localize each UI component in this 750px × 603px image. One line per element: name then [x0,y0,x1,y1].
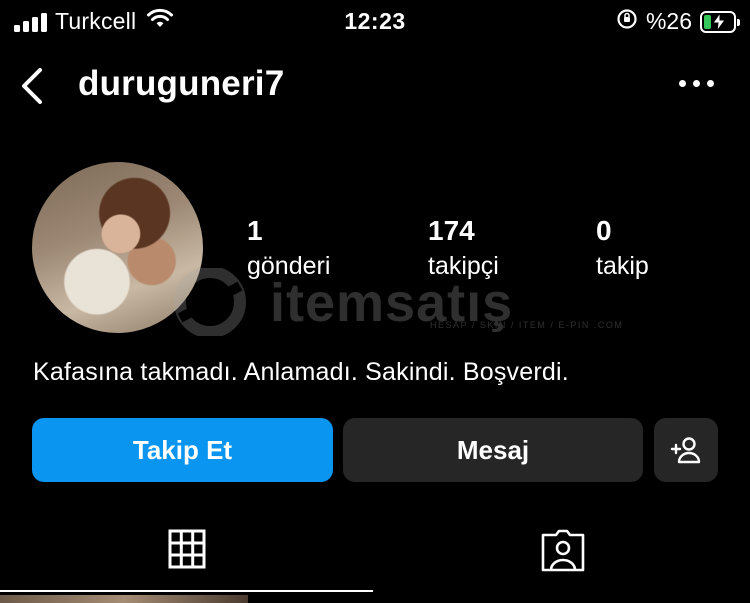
profile-bio: Kafasına takmadı. Anlamadı. Sakindi. Boş… [33,358,569,386]
orientation-lock-icon [616,8,638,35]
battery-percent: %26 [645,8,692,34]
watermark-subtext: HESAP / SKIN / ITEM / E-PIN .COM [430,320,624,330]
message-button-label: Mesaj [456,434,530,465]
profile-header: duruguneri7 [0,60,750,110]
add-person-icon [670,437,701,464]
username-title: duruguneri7 [78,64,285,103]
stat-posts-label: gönderi [247,252,331,280]
follow-button[interactable]: Takip Et [32,418,333,482]
tab-posts-grid[interactable] [168,529,206,574]
back-button[interactable] [18,66,48,106]
stat-posts-value: 1 [247,215,263,246]
status-bar-right: %26 [616,8,740,35]
stat-followers-value: 174 [428,215,475,246]
post-thumbnail[interactable] [0,595,248,603]
more-horizontal-icon [679,80,686,87]
active-tab-indicator [0,590,373,592]
stat-followers[interactable]: 174 takipçi [428,214,499,284]
status-bar: Turkcell 12:23 %26 [0,0,750,42]
profile-avatar[interactable] [32,162,203,333]
tagged-person-icon [541,529,585,572]
battery-charging-icon [700,10,740,33]
stat-following[interactable]: 0 takip [596,214,649,284]
stat-followers-label: takipçi [428,252,499,280]
stat-posts[interactable]: 1 gönderi [247,214,330,284]
grid-icon [168,529,206,569]
follow-button-label: Takip Et [132,434,233,465]
chevron-left-icon [22,68,42,104]
message-button[interactable]: Mesaj [343,418,643,482]
profile-tabs [0,525,750,595]
more-options-button[interactable] [679,80,714,87]
stat-following-value: 0 [596,215,612,246]
stat-following-label: takip [596,252,649,280]
suggested-users-button[interactable] [654,418,718,482]
tab-tagged[interactable] [540,527,586,578]
